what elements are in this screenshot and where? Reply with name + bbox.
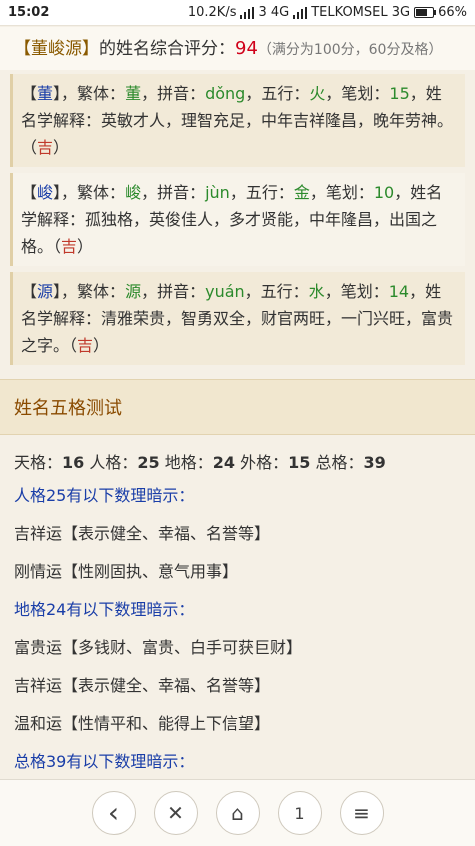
zong-value: 39 (363, 453, 386, 472)
wuxing-label: ，五行： (244, 282, 309, 301)
char-box-3: 【源】，繁体：源，拼音：yuán，五行：水，笔划：14，姓名学解释：清雅荣贵，智… (10, 272, 465, 365)
tabs-count: 1 (294, 803, 305, 823)
char-box-1: 【董】，繁体：董，拼音：dǒng，五行：火，笔划：15，姓名学解释：英敏才人，理… (10, 74, 465, 167)
pinyin-value: jùn (205, 183, 230, 202)
status-bar: 15:02 10.2K/s 3 4G TELKOMSEL 3G 66% (0, 0, 475, 26)
wuge-line: 吉祥运【表示健全、幸福、名誉等】 (14, 676, 271, 695)
pinyin-label: ，拼音： (141, 183, 206, 202)
wuge-line: 温和运【性情平和、能得上下信望】 (14, 714, 271, 733)
page-content: 【董峻源】的姓名综合评分：94（满分为100分，60分及格） 【董】，繁体：董，… (0, 27, 475, 779)
wuxing-label: ，五行： (245, 84, 310, 103)
close-icon: ✕ (167, 801, 184, 825)
wuge-summary: 天格：16 人格：25 地格：24 外格：15 总格：39 (0, 435, 475, 477)
close-button[interactable]: ✕ (153, 791, 198, 835)
battery-icon (414, 7, 437, 18)
home-icon: ⌂ (231, 801, 244, 825)
battery-percent: 66% (438, 5, 467, 20)
char-glyph: 董 (37, 84, 54, 103)
strokes-value: 14 (388, 282, 410, 301)
trad-value: 峻 (125, 183, 142, 202)
trad-value: 董 (125, 84, 142, 103)
di-value: 24 (212, 453, 236, 472)
score-note: （满分为100分，60分及格） (257, 42, 443, 58)
pinyin-label: ，拼音： (141, 84, 206, 103)
wai-label: 外格： (240, 453, 289, 472)
strokes-value: 15 (389, 84, 410, 103)
trad-label: ，繁体： (61, 282, 126, 301)
wuge-line: 刚情运【性刚固执、意气用事】 (14, 562, 239, 581)
bracket-open: 【 (21, 282, 38, 301)
trad-label: ，繁体： (61, 84, 126, 103)
bracket-close: 】 (53, 84, 62, 103)
wuxing-value: 金 (293, 183, 310, 202)
zong-label: 总格： (315, 453, 364, 472)
ren-value: 25 (137, 453, 160, 472)
wuge-line: 富贵运【多钱财、富贵、白手可获巨财】 (14, 638, 303, 657)
tian-value: 16 (62, 453, 85, 472)
browser-bottom-bar: ‹ ✕ ⌂ 1 ≡ (0, 779, 475, 846)
luck-open: （ (69, 336, 78, 355)
menu-icon: ≡ (353, 801, 370, 825)
luck-close: ） (77, 237, 94, 256)
ren-label: 人格： (89, 453, 138, 472)
tian-label: 天格： (14, 453, 63, 472)
status-time: 15:02 (8, 5, 50, 20)
trad-value: 源 (125, 282, 142, 301)
status-right: 10.2K/s 3 4G TELKOMSEL 3G 66% (188, 5, 467, 20)
char-glyph: 源 (37, 282, 54, 301)
back-button[interactable]: ‹ (91, 791, 136, 835)
wuxing-value: 火 (309, 84, 326, 103)
network-speed: 10.2K/s (187, 5, 237, 20)
wuge-line: 吉祥运【表示健全、幸福、名誉等】 (14, 524, 271, 543)
sim1-label: 3 4G (258, 5, 290, 20)
char-box-2: 【峻】，繁体：峻，拼音：jùn，五行：金，笔划：10，姓名学解释：孤独格，英俊佳… (10, 173, 465, 266)
luck-value: 吉 (61, 237, 78, 256)
luck-value: 吉 (37, 138, 54, 157)
char-glyph: 峻 (37, 183, 54, 202)
bracket-close: 】 (53, 282, 62, 301)
chevron-left-icon: ‹ (107, 796, 120, 829)
tabs-button[interactable]: 1 (277, 791, 322, 835)
wuge-section-title: 姓名五格测试 (0, 379, 475, 435)
strokes-label: ，笔划： (309, 183, 374, 202)
luck-open: （ (21, 138, 38, 157)
bracket-open: 【 (21, 183, 38, 202)
luck-open: （ (53, 237, 62, 256)
wuge-line: 总格39有以下数理暗示： (14, 752, 195, 771)
wuge-line: 地格24有以下数理暗示： (14, 600, 195, 619)
di-label: 地格： (164, 453, 213, 472)
pinyin-value: dǒng (205, 84, 246, 103)
menu-button[interactable]: ≡ (339, 791, 384, 835)
carrier-label: TELKOMSEL 3G (311, 5, 411, 20)
score-value: 94 (235, 38, 258, 59)
strokes-label: ，笔划： (325, 84, 390, 103)
bracket-close: 】 (53, 183, 62, 202)
bracket-open: 【 (21, 84, 38, 103)
luck-value: 吉 (77, 336, 94, 355)
strokes-label: ，笔划： (324, 282, 389, 301)
score-prefix: 的姓名综合评分： (99, 39, 235, 59)
pinyin-label: ，拼音： (141, 282, 206, 301)
wuge-line: 人格25有以下数理暗示： (14, 486, 195, 505)
luck-close: ） (53, 138, 70, 157)
wuxing-value: 水 (308, 282, 325, 301)
signal-icon (240, 6, 255, 19)
full-name: 【董峻源】 (14, 39, 99, 59)
wai-value: 15 (288, 453, 311, 472)
strokes-value: 10 (373, 183, 395, 202)
pinyin-value: yuán (205, 282, 245, 301)
luck-close: ） (93, 336, 110, 355)
score-line: 【董峻源】的姓名综合评分：94（满分为100分，60分及格） (0, 27, 475, 70)
wuxing-label: ，五行： (229, 183, 294, 202)
meaning-text: 英敏才人，理智充足，中年吉祥隆昌，晚年劳神。 (101, 111, 454, 130)
trad-label: ，繁体： (61, 183, 126, 202)
home-button[interactable]: ⌂ (215, 791, 260, 835)
signal-icon-2 (293, 6, 308, 19)
